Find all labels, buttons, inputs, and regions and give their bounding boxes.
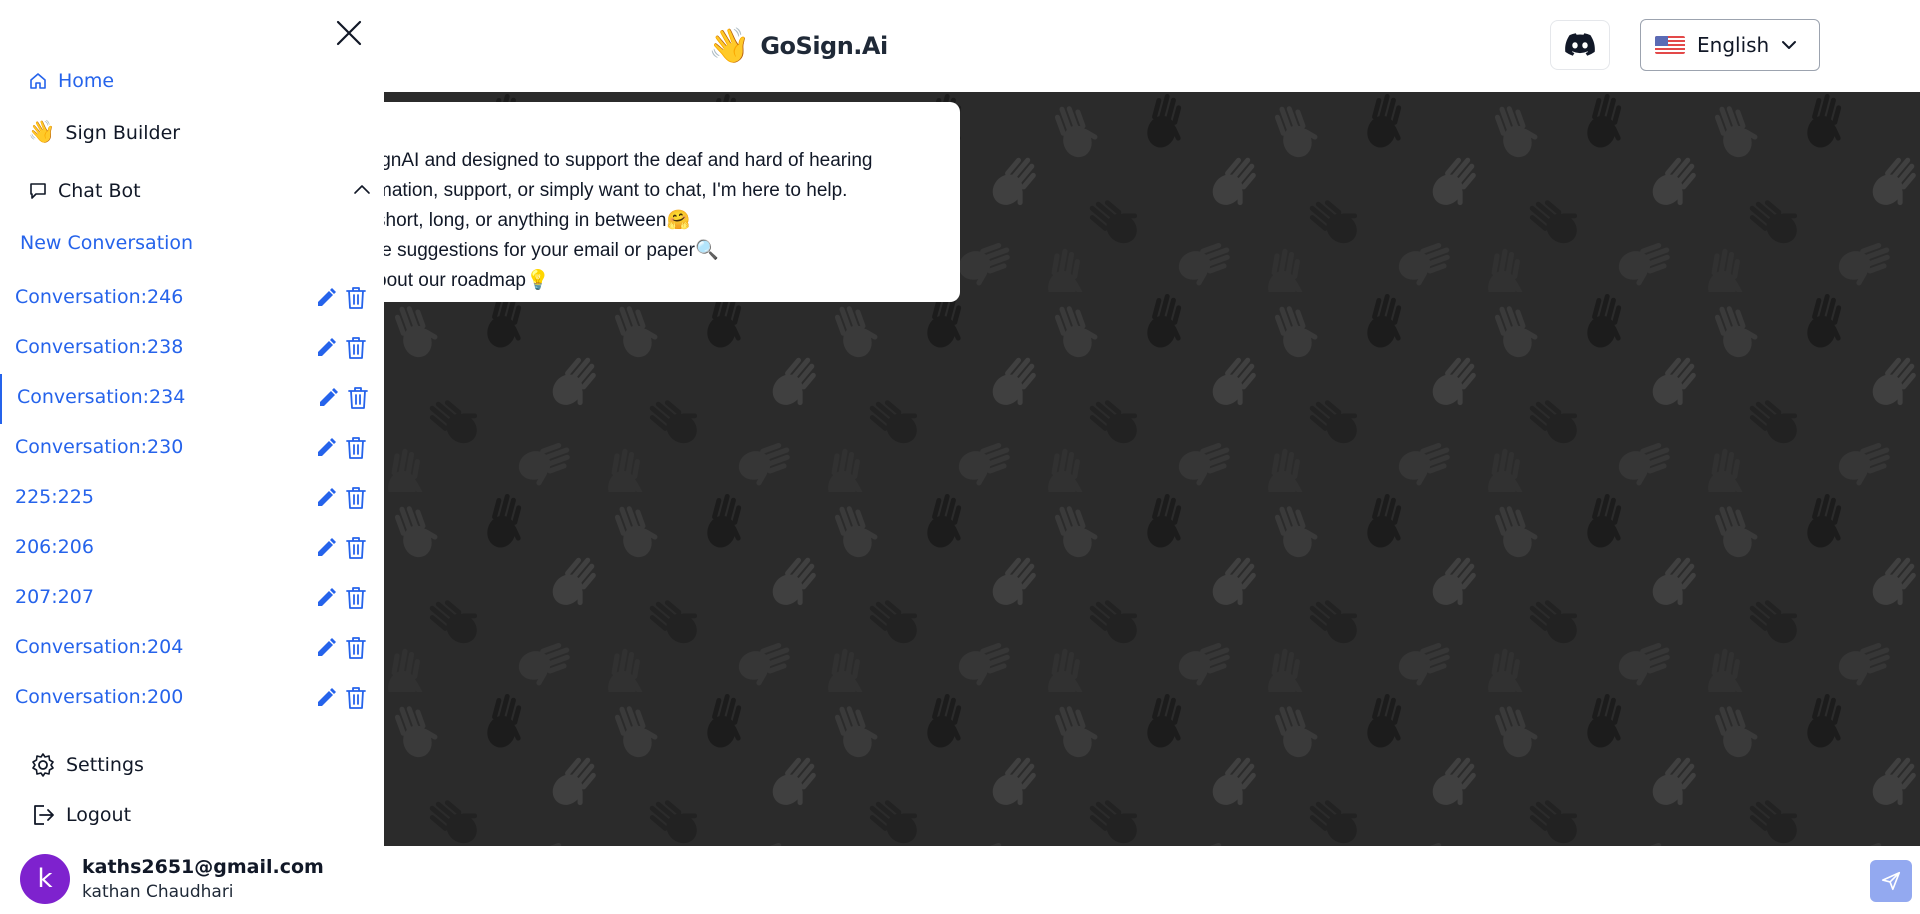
conversation-item[interactable]: 207:207 [0, 574, 384, 624]
bot-message-bubble: ignAI and designed to support the deaf a… [384, 102, 960, 302]
conversation-item[interactable]: Conversation:238 [0, 324, 384, 374]
conversation-item[interactable]: Conversation:204 [0, 624, 384, 674]
pencil-icon[interactable] [314, 686, 338, 710]
conversation-item[interactable]: 206:206 [0, 524, 384, 574]
trash-icon[interactable] [344, 685, 368, 711]
close-sidebar-button[interactable] [334, 18, 364, 48]
conversation-label: Conversation:238 [15, 336, 184, 358]
chevron-down-icon [1782, 41, 1797, 49]
sidebar-item-label: Chat Bot [58, 180, 141, 202]
message-input-bar[interactable] [384, 846, 1920, 914]
conversation-label: Conversation:200 [15, 686, 184, 708]
conversation-label: Conversation:234 [17, 386, 186, 408]
conversation-item[interactable]: 225:225 [0, 474, 384, 524]
trash-icon[interactable] [344, 585, 368, 611]
message-line: ignAI and designed to support the deaf a… [384, 150, 873, 171]
user-profile[interactable]: k kaths2651@gmail.com kathan Chaudhari [20, 854, 324, 904]
collapse-chat-bot-button[interactable] [353, 182, 371, 200]
user-email: kaths2651@gmail.com [82, 856, 324, 878]
language-label: English [1697, 33, 1770, 57]
trash-icon[interactable] [344, 435, 368, 461]
chevron-up-icon [354, 185, 370, 194]
conversation-label: 206:206 [15, 536, 94, 558]
send-button[interactable] [1870, 860, 1912, 902]
conversation-item[interactable]: Conversation:246 [0, 274, 384, 324]
pencil-icon[interactable] [314, 286, 338, 310]
gear-icon [32, 753, 54, 777]
sidebar-item-chat-bot[interactable]: Chat Bot [28, 180, 141, 202]
sidebar-item-logout[interactable]: Logout [30, 802, 131, 828]
close-icon [336, 20, 362, 46]
trash-icon[interactable] [344, 335, 368, 361]
sidebar-item-label: Home [58, 70, 115, 92]
conversation-label: 225:225 [15, 486, 94, 508]
sidebar-item-label: Logout [66, 804, 132, 826]
conversation-item[interactable]: Conversation:230 [0, 424, 384, 474]
sidebar-item-label: Sign Builder [65, 121, 181, 144]
conversation-item[interactable]: Conversation:234 [0, 374, 384, 424]
chat-bubble-icon [30, 183, 46, 199]
conversation-label: Conversation:230 [15, 436, 184, 458]
message-line: oout our roadmap💡 [384, 270, 550, 291]
brand-logo[interactable]: 👋 GoSign.Ai [708, 24, 888, 68]
conversation-item[interactable]: Conversation:200 [0, 674, 384, 724]
sidebar-item-home[interactable]: Home [28, 70, 114, 92]
message-line: mation, support, or simply want to chat,… [384, 180, 848, 201]
conversation-list: Conversation:246 Conversation:238 Conversa… [0, 274, 384, 724]
logout-icon [34, 805, 54, 825]
user-name: kathan Chaudhari [82, 882, 234, 902]
trash-icon[interactable] [344, 485, 368, 511]
waving-hand-icon: 👋 [708, 27, 751, 65]
sidebar-item-label: Settings [66, 754, 144, 776]
avatar: k [20, 854, 70, 904]
pencil-icon[interactable] [314, 636, 338, 660]
message-line: short, long, or anything in between🤗 [384, 210, 691, 231]
message-line: te suggestions for your email or paper🔍 [384, 240, 719, 261]
sidebar-item-settings[interactable]: Settings [30, 752, 144, 778]
pencil-icon[interactable] [314, 436, 338, 460]
brand-name: GoSign.Ai [760, 32, 888, 60]
pencil-icon[interactable] [314, 586, 338, 610]
language-select[interactable]: English [1640, 19, 1820, 71]
us-flag-icon [1655, 36, 1685, 54]
conversation-label: Conversation:204 [15, 636, 184, 658]
new-conversation-link[interactable]: New Conversation [20, 232, 193, 254]
send-icon [1881, 871, 1901, 891]
pencil-icon[interactable] [314, 336, 338, 360]
waving-hand-icon: 👋 [28, 120, 56, 145]
pencil-icon[interactable] [314, 486, 338, 510]
trash-icon[interactable] [344, 635, 368, 661]
sidebar: Home 👋 Sign Builder Chat Bot New Convers… [0, 0, 384, 914]
pencil-icon[interactable] [314, 536, 338, 560]
conversation-label: Conversation:246 [15, 286, 184, 308]
pencil-icon[interactable] [316, 386, 340, 410]
trash-icon[interactable] [346, 385, 370, 411]
discord-icon [1565, 33, 1595, 56]
discord-button[interactable] [1550, 20, 1610, 70]
sidebar-item-sign-builder[interactable]: 👋 Sign Builder [28, 120, 180, 145]
trash-icon[interactable] [344, 285, 368, 311]
trash-icon[interactable] [344, 535, 368, 561]
chat-area: ignAI and designed to support the deaf a… [384, 92, 1920, 846]
home-icon [30, 73, 46, 89]
conversation-label: 207:207 [15, 586, 94, 608]
